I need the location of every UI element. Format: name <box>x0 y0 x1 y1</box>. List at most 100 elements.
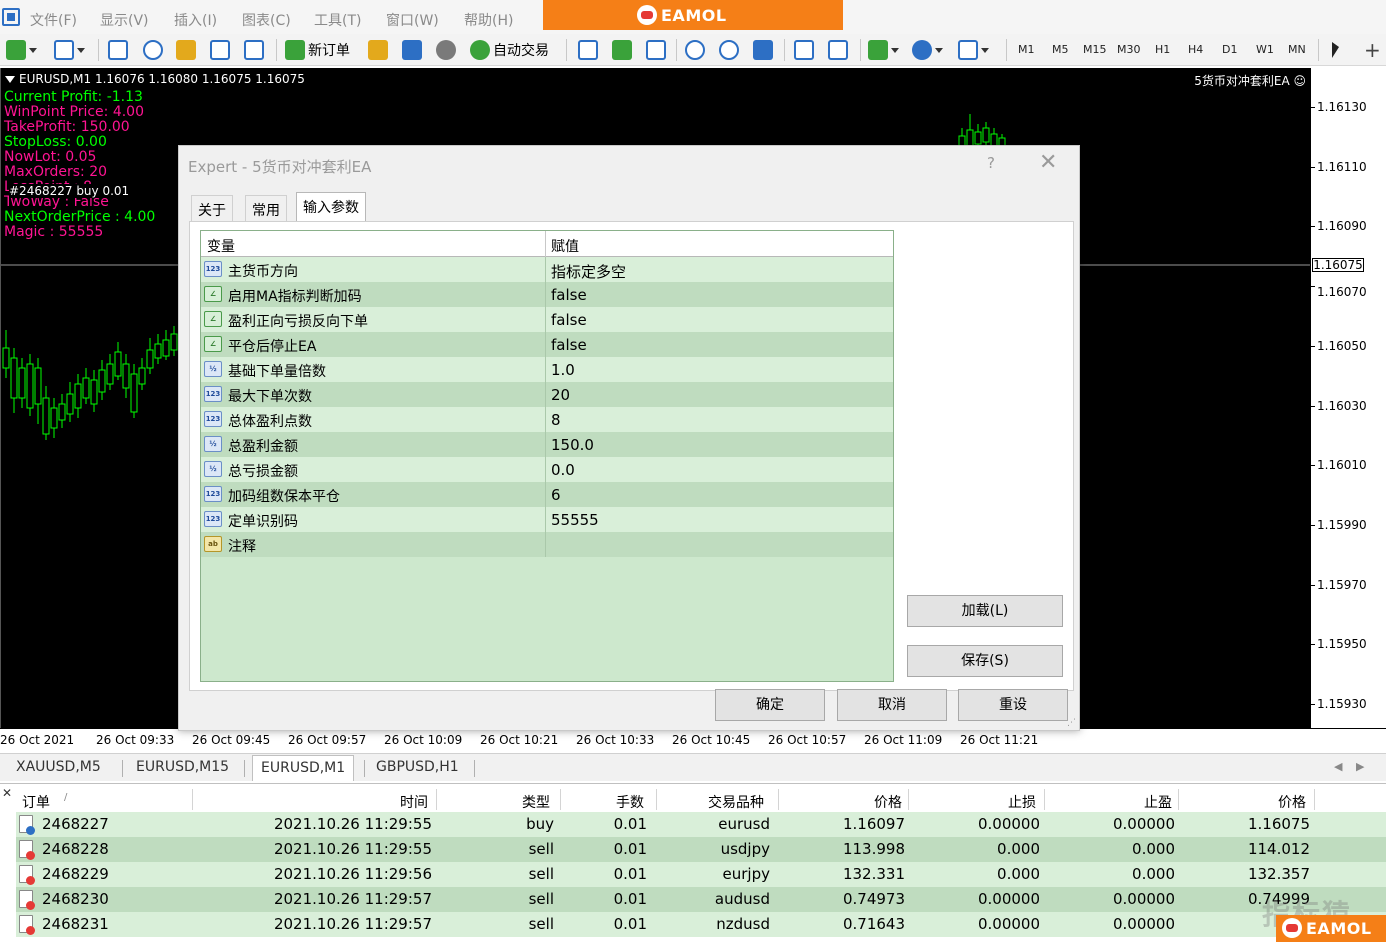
reset-button[interactable]: 重设 <box>958 689 1068 721</box>
timeframe-w1[interactable]: W1 <box>1256 43 1274 56</box>
tile-windows-button[interactable] <box>753 38 773 62</box>
column-current-price[interactable]: 价格 <box>1278 792 1306 812</box>
parameter-value[interactable]: false <box>551 311 587 329</box>
parameter-row[interactable]: ½ 总盈利金额 150.0 <box>201 432 893 457</box>
menu-view[interactable]: 显示(V) <box>100 10 149 30</box>
help-icon[interactable]: ? <box>987 154 995 172</box>
line-chart-button[interactable] <box>646 38 666 62</box>
menu-insert[interactable]: 插入(I) <box>174 10 217 30</box>
autoscroll-button[interactable] <box>794 38 814 62</box>
timeframe-d1[interactable]: D1 <box>1222 43 1237 56</box>
ok-button[interactable]: 确定 <box>715 689 825 721</box>
menu-tools[interactable]: 工具(T) <box>314 10 361 30</box>
scroll-right-icon[interactable]: ▶ <box>1356 760 1364 773</box>
profiles-button[interactable] <box>54 38 85 62</box>
parameter-value[interactable]: 0.0 <box>551 461 575 479</box>
order-row[interactable]: 2468227 2021.10.26 11:29:55 buy 0.01 eurusd 1… <box>16 812 1386 837</box>
parameter-row[interactable]: 123 加码组数保本平仓 6 <box>201 482 893 507</box>
parameter-value[interactable]: 6 <box>551 486 561 504</box>
community-button[interactable] <box>402 38 422 62</box>
column-ticket[interactable]: 订单 <box>22 792 50 812</box>
parameter-row[interactable]: 123 主货币方向 指标定多空 <box>201 257 893 282</box>
load-button[interactable]: 加载(L) <box>907 595 1063 627</box>
data-window-button[interactable] <box>143 38 163 62</box>
new-order-button[interactable]: 新订单 <box>285 38 350 62</box>
parameter-value[interactable]: 20 <box>551 386 570 404</box>
parameter-row[interactable]: ∠ 盈利正向亏损反向下单 false <box>201 307 893 332</box>
column-price[interactable]: 价格 <box>874 792 902 812</box>
chart-tab-gbpusd-h1[interactable]: GBPUSD,H1 <box>376 759 459 775</box>
market-watch-button[interactable] <box>108 38 128 62</box>
tab-about[interactable]: 关于 <box>191 195 233 221</box>
column-time[interactable]: 时间 <box>400 792 428 812</box>
parameter-row[interactable]: ½ 总亏损金额 0.0 <box>201 457 893 482</box>
metaeditor-button[interactable] <box>368 38 388 62</box>
expert-name[interactable]: 5货币对冲套利EA ☺ <box>1194 72 1306 89</box>
column-value[interactable]: 赋值 <box>551 236 579 256</box>
auto-trading-button[interactable]: 自动交易 <box>470 38 549 62</box>
parameter-row[interactable]: ab 注释 <box>201 532 893 557</box>
timeframe-m1[interactable]: M1 <box>1018 43 1035 56</box>
terminal-button[interactable] <box>210 38 230 62</box>
parameter-row[interactable]: ∠ 启用MA指标判断加码 false <box>201 282 893 307</box>
order-row[interactable]: 2468231 2021.10.26 11:29:57 sell 0.01 nzdusd… <box>16 912 1386 937</box>
timeframe-m15[interactable]: M15 <box>1083 43 1107 56</box>
timeframe-m5[interactable]: M5 <box>1052 43 1069 56</box>
parameter-value[interactable]: 8 <box>551 411 561 429</box>
timeframe-h1[interactable]: H1 <box>1155 43 1170 56</box>
timeframe-m30[interactable]: M30 <box>1117 43 1141 56</box>
column-symbol[interactable]: 交易品种 <box>708 792 764 812</box>
column-type[interactable]: 类型 <box>522 792 550 812</box>
menu-help[interactable]: 帮助(H) <box>464 10 513 30</box>
chart-tab-eurusd-m15[interactable]: EURUSD,M15 <box>136 759 229 775</box>
save-button[interactable]: 保存(S) <box>907 645 1063 677</box>
candlestick-button[interactable] <box>612 38 632 62</box>
zoom-in-button[interactable] <box>685 38 705 62</box>
cursor-button[interactable] <box>1332 38 1339 62</box>
close-icon[interactable]: ✕ <box>1039 150 1057 175</box>
chart-tab-eurusd-m1[interactable]: EURUSD,M1 <box>252 755 355 781</box>
navigator-button[interactable] <box>176 38 196 62</box>
menu-file[interactable]: 文件(F) <box>30 10 77 30</box>
scroll-left-icon[interactable]: ◀ <box>1334 760 1342 773</box>
cancel-button[interactable]: 取消 <box>837 689 947 721</box>
timeframe-h4[interactable]: H4 <box>1188 43 1203 56</box>
crosshair-button[interactable]: + <box>1364 38 1381 62</box>
parameter-value[interactable]: false <box>551 336 587 354</box>
chart-tab-xauusd-m5[interactable]: XAUUSD,M5 <box>16 759 101 775</box>
new-chart-button[interactable] <box>6 38 37 62</box>
resize-grip-icon[interactable]: ⋰ <box>1067 718 1076 728</box>
order-row[interactable]: 2468228 2021.10.26 11:29:55 sell 0.01 usdjpy… <box>16 837 1386 862</box>
column-lots[interactable]: 手数 <box>616 792 644 812</box>
periods-button[interactable] <box>912 38 943 62</box>
templates-button[interactable] <box>958 38 989 62</box>
parameter-value[interactable]: 55555 <box>551 511 599 529</box>
parameter-row[interactable]: ∠ 平仓后停止EA false <box>201 332 893 357</box>
signals-button[interactable] <box>436 38 456 62</box>
parameter-value[interactable]: false <box>551 286 587 304</box>
zoom-out-button[interactable] <box>719 38 739 62</box>
bar-chart-button[interactable] <box>578 38 598 62</box>
parameter-value[interactable]: 150.0 <box>551 436 594 454</box>
parameter-row[interactable]: 123 总体盈利点数 8 <box>201 407 893 432</box>
tab-inputs[interactable]: 输入参数 <box>296 192 366 222</box>
timeframe-mn[interactable]: MN <box>1288 43 1306 56</box>
close-icon[interactable]: ✕ <box>2 786 12 800</box>
parameter-value[interactable]: 1.0 <box>551 361 575 379</box>
tester-button[interactable] <box>244 38 264 62</box>
tab-common[interactable]: 常用 <box>245 195 287 221</box>
order-row[interactable]: 2468229 2021.10.26 11:29:56 sell 0.01 eurjpy… <box>16 862 1386 887</box>
column-take-profit[interactable]: 止盈 <box>1144 792 1172 812</box>
column-stop-loss[interactable]: 止损 <box>1008 792 1036 812</box>
indicators-button[interactable] <box>868 38 899 62</box>
chart-shift-button[interactable] <box>828 38 848 62</box>
parameter-value[interactable]: 指标定多空 <box>551 261 626 282</box>
menu-chart[interactable]: 图表(C) <box>242 10 291 30</box>
column-variable[interactable]: 变量 <box>207 236 235 256</box>
order-row[interactable]: 2468230 2021.10.26 11:29:57 sell 0.01 audusd… <box>16 887 1386 912</box>
parameter-row[interactable]: 123 最大下单次数 20 <box>201 382 893 407</box>
parameter-row[interactable]: 123 定单识别码 55555 <box>201 507 893 532</box>
parameter-row[interactable]: ½ 基础下单量倍数 1.0 <box>201 357 893 382</box>
input-parameters-table[interactable]: 变量 赋值 123 主货币方向 指标定多空 ∠ 启用MA指标判断加码 false ∠ 盈利正向… <box>200 230 894 682</box>
menu-window[interactable]: 窗口(W) <box>386 10 439 30</box>
